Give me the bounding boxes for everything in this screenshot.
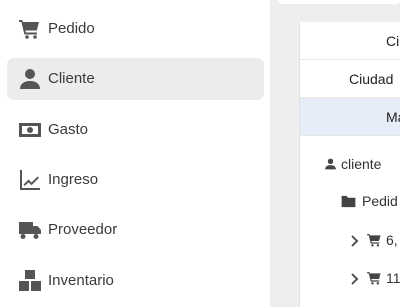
sidebar-item-inventario[interactable]: Inventario: [7, 260, 264, 302]
chevron-right-icon[interactable]: [350, 272, 360, 285]
sidebar-item-gasto[interactable]: Gasto: [7, 109, 264, 151]
user-icon: [324, 157, 337, 171]
row-label: Ciudad: [349, 71, 394, 87]
tree-node-cliente[interactable]: cliente: [324, 156, 381, 172]
detail-panel: Ci Ciudad Ma cliente Pedid 6, 11: [299, 22, 400, 307]
top-panel-edge: [278, 0, 400, 4]
tree-node-pedido-entry[interactable]: 6,: [350, 232, 398, 248]
money-icon: [18, 118, 42, 142]
tree-node-label: Pedid: [362, 193, 398, 209]
sidebar-item-cliente[interactable]: Cliente: [7, 58, 264, 100]
row-label: Ma: [386, 109, 400, 125]
tree-node-label: 6,: [386, 232, 398, 248]
cart-icon: [366, 232, 383, 248]
sidebar-item-pedido[interactable]: Pedido: [7, 8, 264, 50]
table-row: Ci: [300, 22, 400, 60]
table-row: Ciudad: [300, 60, 400, 98]
boxes-icon: [18, 269, 42, 293]
sidebar-item-proveedor[interactable]: Proveedor: [7, 209, 264, 251]
chevron-right-icon[interactable]: [350, 234, 360, 247]
user-icon: [18, 67, 42, 91]
row-label: Ci: [386, 33, 400, 49]
sidebar-item-label: Inventario: [48, 272, 114, 289]
tree-node-pedido-entry[interactable]: 11: [350, 270, 400, 286]
sidebar-item-label: Cliente: [48, 70, 95, 87]
tree-node-label: cliente: [341, 156, 382, 172]
sidebar-item-label: Pedido: [48, 20, 95, 37]
chart-line-icon: [18, 168, 42, 192]
table-row-selected[interactable]: Ma: [300, 98, 400, 136]
sidebar-item-label: Ingreso: [48, 171, 99, 188]
sidebar-item-label: Gasto: [48, 121, 89, 138]
cart-icon: [366, 270, 383, 286]
truck-icon: [18, 218, 42, 242]
sidebar: Pedido Cliente Gasto Ingreso Proveedor I…: [0, 0, 270, 307]
cart-icon: [18, 17, 42, 41]
sidebar-item-label: Proveedor: [48, 221, 118, 238]
tree-node-label: 11: [386, 270, 400, 286]
sidebar-item-ingreso[interactable]: Ingreso: [7, 159, 264, 201]
folder-icon: [340, 194, 357, 209]
tree-node-pedido-folder[interactable]: Pedid: [340, 193, 398, 209]
